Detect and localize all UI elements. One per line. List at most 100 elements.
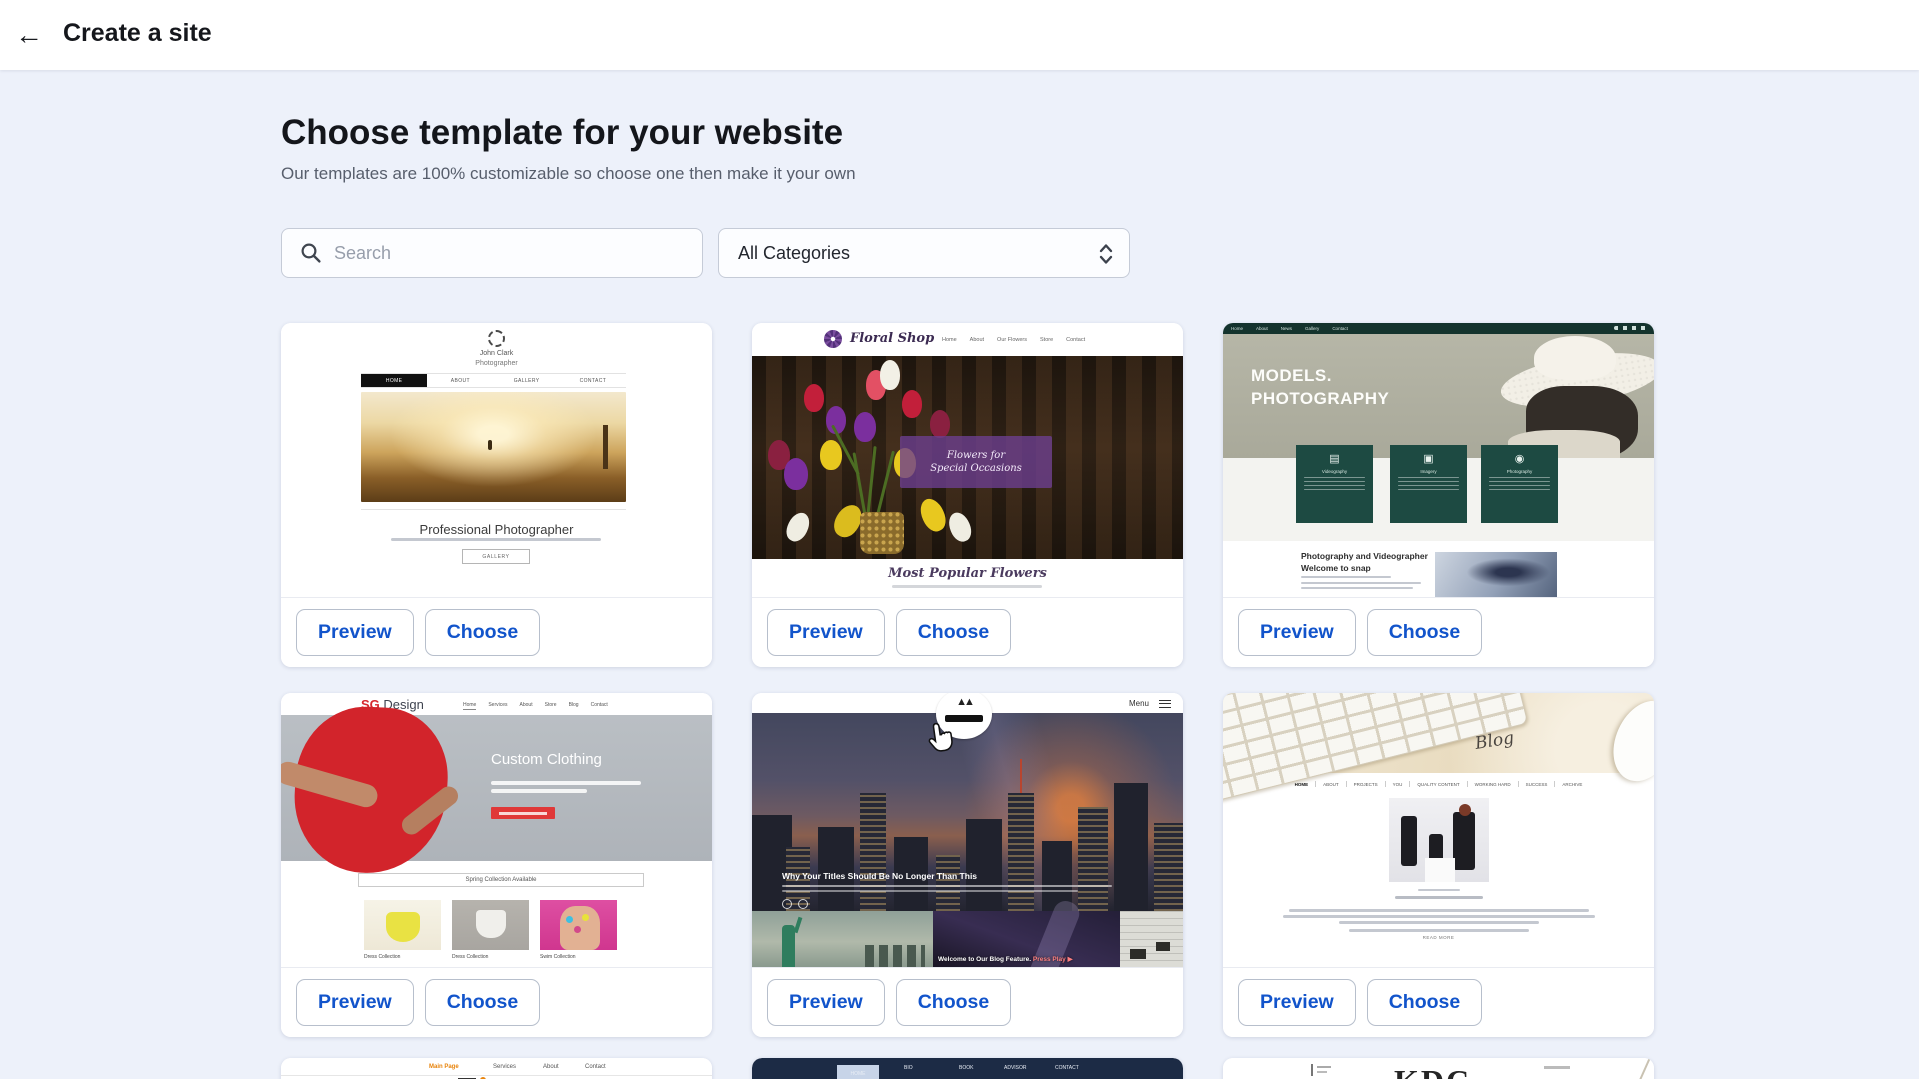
mini-hero-image-keyboard: Blog — [1223, 693, 1654, 773]
mini-caption-bar — [1418, 889, 1460, 891]
mini-text-bar — [1317, 1071, 1327, 1073]
mini-menu-label: Menu — [1129, 699, 1149, 708]
mini-read-more: READ MORE — [1223, 935, 1654, 940]
template-card-floral: Floral Shop HomeAboutOur FlowersStoreCon… — [752, 323, 1183, 667]
flower-logo-icon — [824, 330, 842, 348]
mini-text-bar — [1349, 929, 1529, 932]
choose-button[interactable]: Choose — [425, 979, 541, 1026]
preview-button[interactable]: Preview — [1238, 979, 1356, 1026]
mini-text-bar — [1317, 1066, 1331, 1068]
mini-rule-mark — [1311, 1064, 1313, 1076]
mini-text-bar — [1339, 921, 1539, 924]
product-thumb-swim — [540, 900, 617, 950]
mini-heading: Professional Photographer — [281, 522, 712, 537]
card-footer: Preview Choose — [1223, 967, 1654, 1037]
choose-button[interactable]: Choose — [1367, 979, 1483, 1026]
mini-hero-title-1: MODELS. — [1251, 366, 1332, 386]
template-card-city-blog: Menu ▲▲ Why Your Titles Should Be No Lon… — [752, 693, 1183, 1037]
template-card-photographer: John Clark Photographer HOMEABOUTGALLERY… — [281, 323, 712, 667]
product-caption: Swim Collection — [540, 954, 576, 960]
template-thumbnail-city-blog[interactable]: Menu ▲▲ Why Your Titles Should Be No Lon… — [752, 693, 1183, 967]
mini-thumb-caption: Welcome to Our Blog Feature. Press Play … — [938, 955, 1073, 963]
mini-hero-overlay: Flowers for Special Occasions — [900, 436, 1052, 488]
preview-button[interactable]: Preview — [1238, 609, 1356, 656]
mini-photo-people — [1389, 798, 1489, 882]
template-card-partial-left: Main Page Services About Contact — [281, 1058, 712, 1079]
template-thumbnail-partial-left[interactable]: Main Page Services About Contact — [281, 1058, 712, 1079]
mini-text-bar — [1289, 909, 1589, 912]
vase — [860, 512, 904, 554]
template-thumbnail-photographer[interactable]: John Clark Photographer HOMEABOUTGALLERY… — [281, 323, 712, 597]
carousel-arrow-left — [782, 899, 792, 909]
card-footer: Preview Choose — [281, 967, 712, 1037]
mini-navbar: HomeAboutOur FlowersStoreContact — [942, 337, 1085, 343]
mini-subtitle-bar — [892, 585, 1042, 588]
page-title: Create a site — [63, 19, 212, 48]
mini-navbar: HOMEABOUTGALLERYCONTACT — [361, 373, 626, 388]
chevron-updown-icon — [1098, 242, 1114, 266]
template-thumbnail-desk-blog[interactable]: Blog HOME ABOUT PROJECTS YOU QUALITY CON… — [1223, 693, 1654, 967]
feature-tile-videography: ▤ Videography — [1296, 445, 1373, 523]
preview-button[interactable]: Preview — [296, 979, 414, 1026]
mountain-icon: ▲▲ — [936, 693, 992, 715]
hamburger-menu-icon — [1159, 700, 1171, 708]
mini-section-title: Most Popular Flowers — [752, 566, 1183, 581]
carousel-arrow-right — [798, 899, 808, 909]
mini-caption-bar — [1395, 896, 1483, 899]
mini-navbar: HOME ABOUT PROJECTS YOU QUALITY CONTENT … — [1223, 781, 1654, 787]
divider — [361, 509, 626, 510]
template-thumbnail-partial-right[interactable]: KDC — [1223, 1058, 1654, 1079]
mini-text-bar — [1301, 582, 1421, 584]
decorative-line — [1636, 1058, 1651, 1079]
mini-hero-title: Why Your Titles Should Be No Longer Than… — [782, 871, 977, 881]
template-thumbnail-models[interactable]: HomeAboutNewsGalleryContact MODELS. PHOT… — [1223, 323, 1654, 597]
mini-section-heading: Photography and Videographer — [1301, 551, 1428, 561]
mini-active-tab: HOME — [837, 1065, 879, 1079]
mini-text-bar — [1283, 915, 1595, 918]
preview-button[interactable]: Preview — [767, 609, 885, 656]
mini-hero-image-red-dress: Custom Clothing — [281, 715, 712, 861]
mini-gallery-button: GALLERY — [462, 549, 530, 564]
product-caption: Dress Collection — [452, 954, 488, 960]
template-thumbnail-floral[interactable]: Floral Shop HomeAboutOur FlowersStoreCon… — [752, 323, 1183, 597]
preview-button[interactable]: Preview — [296, 609, 414, 656]
mini-navy-navbar: HOME BIO BOOK ADVISOR CONTACT — [752, 1058, 1183, 1079]
template-card-sg-design: SG Design HomeServicesAboutStoreBlogCont… — [281, 693, 712, 1037]
template-thumbnail-partial-center[interactable]: HOME BIO BOOK ADVISOR CONTACT — [752, 1058, 1183, 1079]
category-dropdown-value: All Categories — [738, 243, 850, 264]
card-footer: Preview Choose — [752, 597, 1183, 667]
template-card-models: HomeAboutNewsGalleryContact MODELS. PHOT… — [1223, 323, 1654, 667]
template-thumbnail-sg-design[interactable]: SG Design HomeServicesAboutStoreBlogCont… — [281, 693, 712, 967]
mouse-cursor-pointer — [926, 720, 958, 759]
mini-hero-title-2: PHOTOGRAPHY — [1251, 389, 1389, 409]
choose-button[interactable]: Choose — [896, 979, 1012, 1026]
mini-text-bar — [491, 781, 641, 785]
feature-tile-photography: ◉ Photography — [1481, 445, 1558, 523]
antenna — [1020, 759, 1022, 793]
mini-text-bar — [1544, 1066, 1570, 1069]
mini-text-bar — [1301, 576, 1391, 578]
top-bar: ← Create a site — [0, 0, 1919, 70]
mini-logo-subtitle: Photographer — [281, 360, 712, 367]
card-footer: Preview Choose — [752, 967, 1183, 1037]
mini-text-bar — [491, 789, 587, 793]
search-icon — [300, 242, 322, 264]
back-arrow-icon[interactable]: ← — [10, 16, 48, 54]
preview-button[interactable]: Preview — [767, 979, 885, 1026]
choose-button[interactable]: Choose — [896, 609, 1012, 656]
mini-tagline-bar — [391, 538, 601, 541]
mini-navbar: HomeServicesAboutStoreBlogContact — [463, 702, 608, 710]
section-subheading: Our templates are 100% customizable so c… — [281, 164, 856, 184]
choose-button[interactable]: Choose — [425, 609, 541, 656]
mini-banner: Spring Collection Available — [358, 873, 644, 887]
mini-logo-title: John Clark — [281, 350, 712, 357]
mini-text-bar — [782, 890, 1078, 892]
choose-button[interactable]: Choose — [1367, 609, 1483, 656]
social-icons — [1614, 326, 1648, 330]
feature-tile-imagery: ▣ Imagery — [1390, 445, 1467, 523]
category-dropdown[interactable]: All Categories — [718, 228, 1130, 278]
search-input[interactable] — [334, 230, 694, 276]
mini-hero-image-model: MODELS. PHOTOGRAPHY — [1223, 334, 1654, 458]
mini-logo: Floral Shop — [850, 331, 934, 346]
image-icon: ▣ — [1390, 452, 1467, 465]
